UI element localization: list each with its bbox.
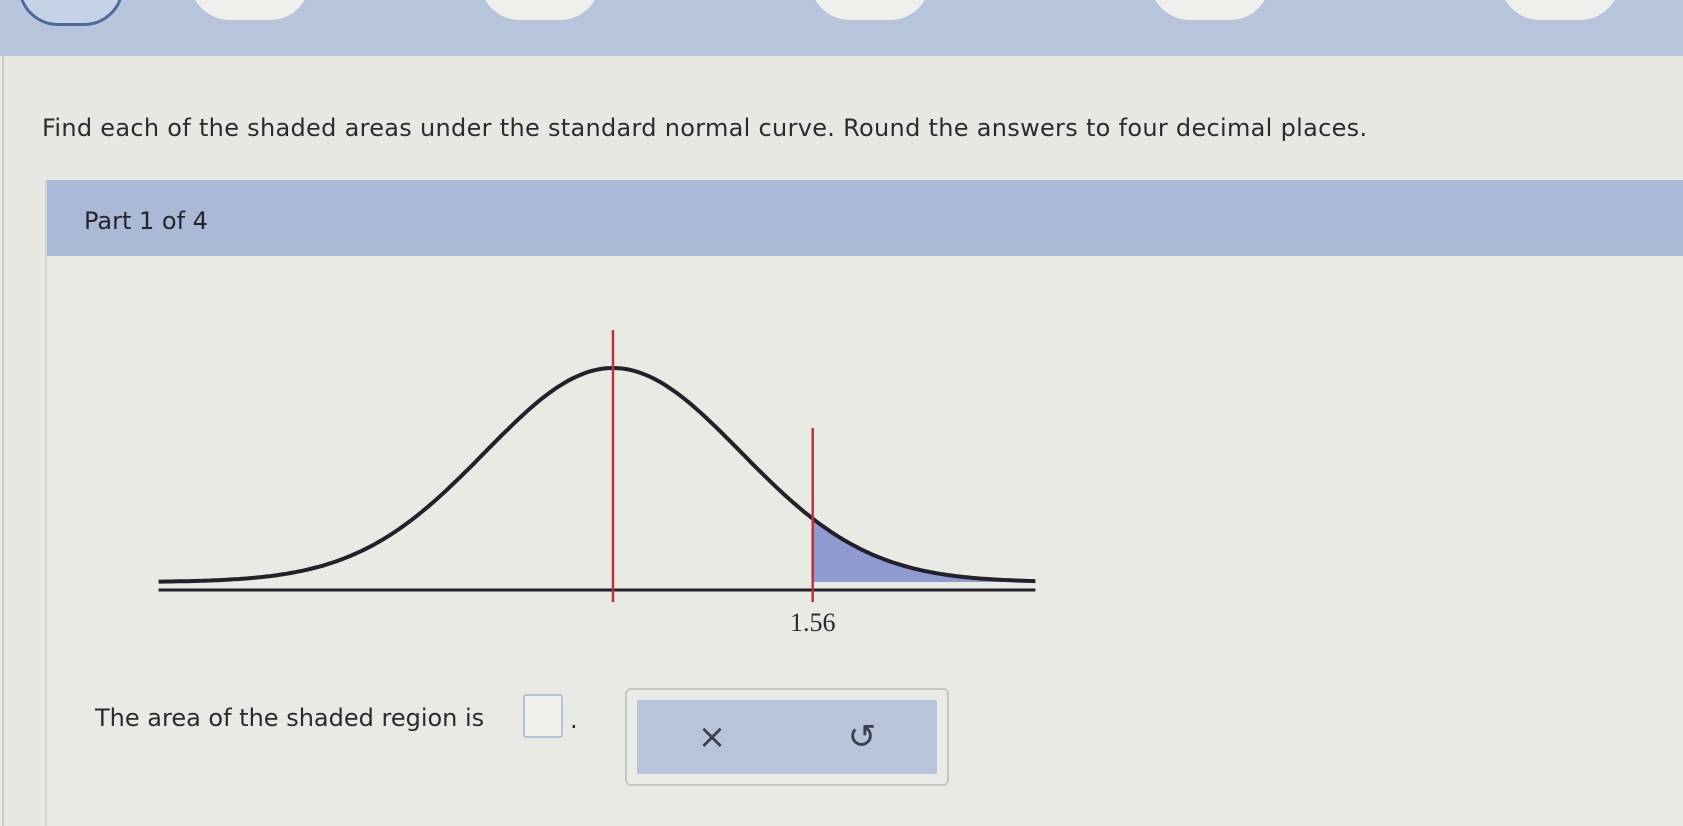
- nav-tab[interactable]: [1150, 0, 1270, 20]
- nav-tab[interactable]: [480, 0, 600, 20]
- answer-label: The area of the shaded region is: [95, 704, 485, 732]
- answer-input[interactable]: [523, 694, 563, 738]
- nav-tab[interactable]: [1500, 0, 1620, 20]
- clear-icon[interactable]: ×: [637, 700, 787, 774]
- undo-icon[interactable]: ↺: [787, 700, 937, 774]
- nav-tab-current[interactable]: [18, 0, 124, 26]
- left-border: [2, 56, 4, 826]
- nav-tab[interactable]: [190, 0, 310, 20]
- nav-tab[interactable]: [810, 0, 930, 20]
- part-header: Part 1 of 4: [47, 180, 1683, 256]
- top-navigation-strip: [0, 0, 1683, 56]
- part-label: Part 1 of 4: [84, 207, 208, 235]
- answer-tools: × ↺: [625, 688, 949, 786]
- answer-tools-bar: × ↺: [637, 700, 937, 774]
- answer-period: .: [570, 706, 578, 734]
- question-prompt: Find each of the shaded areas under the …: [42, 114, 1368, 142]
